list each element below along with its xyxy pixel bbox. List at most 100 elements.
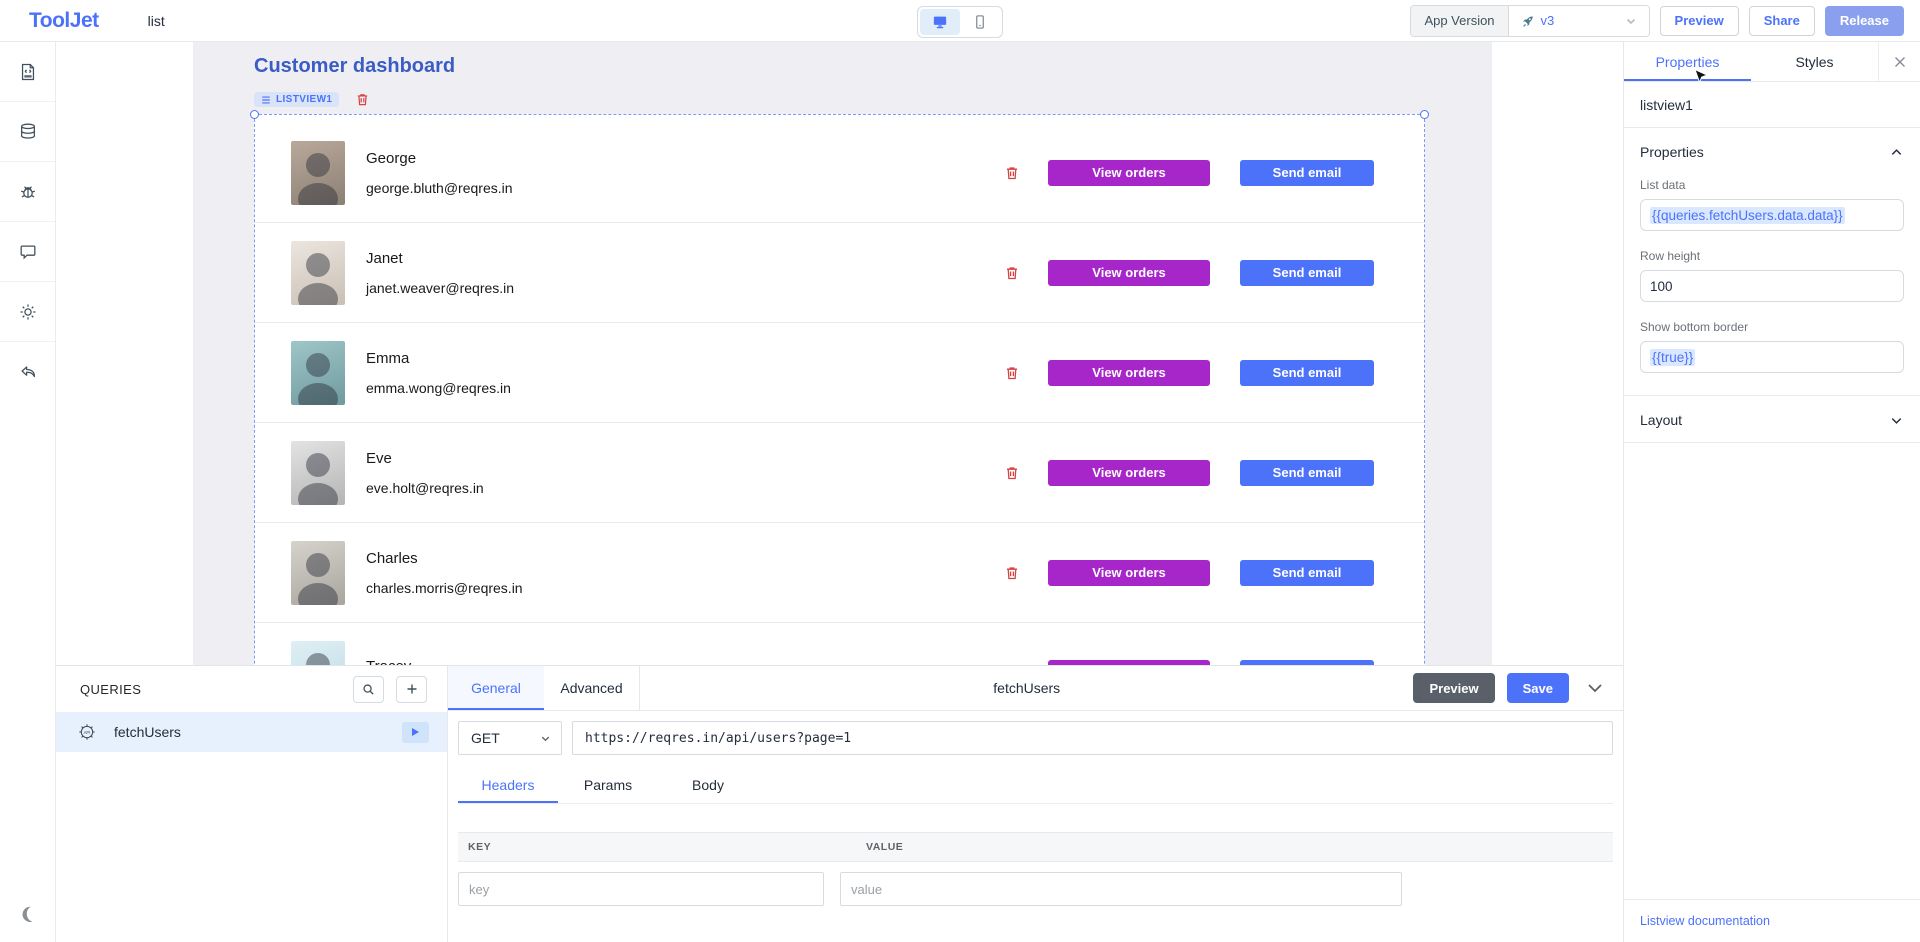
comments-icon[interactable] — [0, 222, 55, 282]
undo-icon[interactable] — [0, 342, 55, 402]
trash-icon[interactable] — [1004, 565, 1020, 581]
app-version-label: App Version — [1411, 6, 1508, 36]
user-name: Janet — [366, 250, 514, 267]
view-orders-button[interactable]: View orders — [1048, 560, 1210, 586]
trash-icon[interactable] — [1004, 665, 1020, 666]
left-sidebar — [0, 42, 56, 942]
chevron-down-icon — [1889, 413, 1904, 428]
dark-mode-toggle[interactable] — [0, 886, 55, 942]
send-email-button[interactable]: Send email — [1240, 560, 1374, 586]
properties-section-header[interactable]: Properties — [1640, 144, 1904, 160]
svg-text:API: API — [84, 730, 91, 735]
tab-headers[interactable]: Headers — [458, 767, 558, 803]
query-list-item[interactable]: API fetchUsers — [56, 712, 447, 752]
key-input[interactable] — [458, 872, 824, 906]
send-email-button[interactable]: Send email — [1240, 460, 1374, 486]
run-query-button[interactable] — [402, 722, 429, 743]
user-email: george.bluth@reqres.in — [366, 180, 513, 196]
send-email-button[interactable]: Send email — [1240, 360, 1374, 386]
device-toggle — [917, 6, 1003, 38]
listview-widget[interactable]: Georgegeorge.bluth@reqres.in View orders… — [254, 114, 1425, 665]
moon-icon — [18, 904, 38, 924]
collapse-panel-icon[interactable] — [1585, 678, 1605, 698]
row-height-label: Row height — [1640, 249, 1904, 263]
user-email: eve.holt@reqres.in — [366, 480, 484, 496]
list-item: Georgegeorge.bluth@reqres.in View orders… — [255, 123, 1424, 223]
app-version-selector[interactable]: App Version v3 — [1410, 5, 1649, 37]
send-email-button[interactable]: Send email — [1240, 160, 1374, 186]
app-canvas[interactable]: Customer dashboard LISTVIEW1 — [193, 42, 1492, 665]
avatar — [291, 641, 345, 666]
query-name: fetchUsers — [114, 724, 181, 740]
queries-list: QUERIES API fetchUsers — [56, 666, 448, 942]
view-orders-button[interactable]: View orders — [1048, 660, 1210, 666]
tab-params[interactable]: Params — [558, 767, 658, 803]
tab-body[interactable]: Body — [658, 767, 758, 803]
widget-tag[interactable]: LISTVIEW1 — [254, 92, 339, 107]
mobile-icon — [971, 13, 989, 31]
user-name: Emma — [366, 350, 511, 367]
release-button[interactable]: Release — [1825, 6, 1904, 36]
database-icon[interactable] — [0, 102, 55, 162]
listview-icon — [261, 95, 271, 105]
search-icon — [362, 683, 375, 696]
desktop-toggle-button[interactable] — [920, 9, 960, 35]
close-icon — [1893, 55, 1907, 69]
user-name: Eve — [366, 450, 484, 467]
selected-widget-name: listview1 — [1640, 97, 1904, 113]
resize-handle[interactable] — [1420, 110, 1429, 119]
avatar — [291, 541, 345, 605]
debugger-icon[interactable] — [0, 162, 55, 222]
trash-icon[interactable] — [1004, 265, 1020, 281]
mobile-toggle-button[interactable] — [960, 9, 1000, 35]
tab-advanced[interactable]: Advanced — [544, 666, 640, 710]
pages-icon[interactable] — [0, 42, 55, 102]
trash-icon[interactable] — [1004, 165, 1020, 181]
query-save-button[interactable]: Save — [1507, 673, 1569, 703]
rest-api-icon: API — [76, 721, 98, 743]
rocket-icon — [1521, 14, 1535, 28]
view-orders-button[interactable]: View orders — [1048, 460, 1210, 486]
avatar — [291, 441, 345, 505]
view-orders-button[interactable]: View orders — [1048, 360, 1210, 386]
layout-section-header[interactable]: Layout — [1640, 412, 1904, 428]
send-email-button[interactable]: Send email — [1240, 660, 1374, 666]
user-name: Charles — [366, 550, 523, 567]
preview-button[interactable]: Preview — [1660, 6, 1739, 36]
tooljet-logo: ToolJet — [29, 9, 99, 33]
share-button[interactable]: Share — [1749, 6, 1815, 36]
show-bottom-border-input[interactable]: {{true}} — [1640, 341, 1904, 373]
tab-properties[interactable]: Properties — [1624, 42, 1751, 81]
method-select[interactable]: GET — [458, 721, 562, 755]
trash-icon[interactable] — [1004, 465, 1020, 481]
view-orders-button[interactable]: View orders — [1048, 260, 1210, 286]
url-input[interactable] — [572, 721, 1613, 755]
tab-styles[interactable]: Styles — [1751, 42, 1878, 81]
list-item: Charles charles.morris@reqres.in View ord… — [255, 523, 1424, 623]
add-query-button[interactable] — [396, 676, 427, 703]
page-title[interactable]: Customer dashboard — [254, 55, 455, 78]
settings-icon[interactable] — [0, 282, 55, 342]
list-data-input[interactable]: {{queries.fetchUsers.data.data}} — [1640, 199, 1904, 231]
row-height-input[interactable]: 100 — [1640, 270, 1904, 302]
top-bar: ToolJet list App Version v3 — [0, 0, 1920, 42]
tab-general[interactable]: General — [448, 666, 544, 710]
chevron-down-icon — [1625, 15, 1637, 27]
resize-handle[interactable] — [250, 110, 259, 119]
delete-widget-icon[interactable] — [355, 92, 370, 107]
send-email-button[interactable]: Send email — [1240, 260, 1374, 286]
view-orders-button[interactable]: View orders — [1048, 160, 1210, 186]
search-query-button[interactable] — [353, 676, 384, 703]
list-item: Tracey View orders Send email — [255, 623, 1424, 665]
close-inspector-button[interactable] — [1878, 42, 1920, 81]
app-version-value: v3 — [1541, 13, 1555, 28]
play-icon — [412, 728, 419, 736]
editor-canvas-area: Customer dashboard LISTVIEW1 — [56, 42, 1623, 665]
avatar — [291, 141, 345, 205]
list-item: Emmaemma.wong@reqres.in View orders Send… — [255, 323, 1424, 423]
value-input[interactable] — [840, 872, 1402, 906]
query-preview-button[interactable]: Preview — [1413, 673, 1494, 703]
user-email: charles.morris@reqres.in — [366, 580, 523, 596]
listview-documentation-link[interactable]: Listview documentation — [1640, 914, 1770, 928]
trash-icon[interactable] — [1004, 365, 1020, 381]
